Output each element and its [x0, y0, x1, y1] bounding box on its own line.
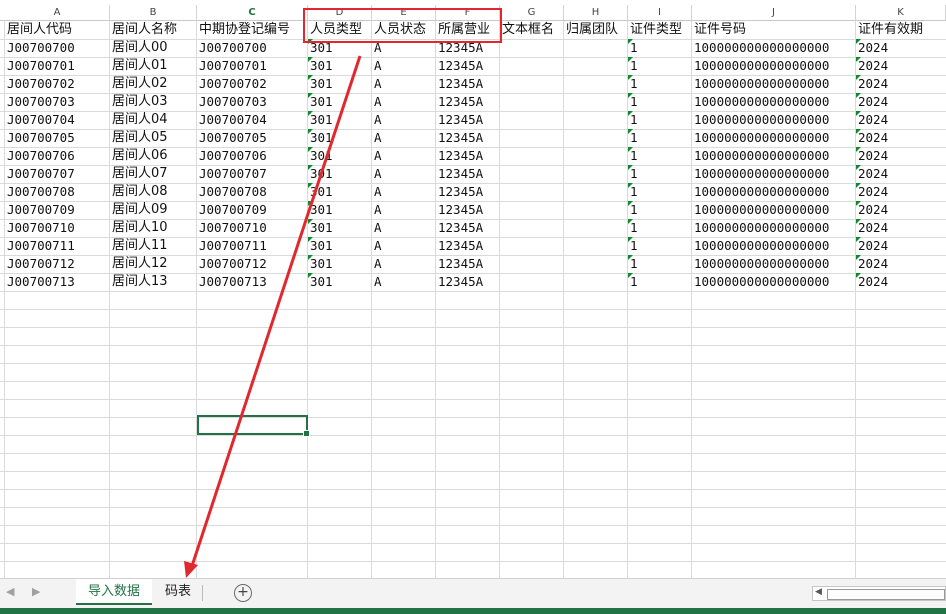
- tab-code-table[interactable]: 码表: [156, 579, 200, 605]
- status-bar: [0, 608, 946, 614]
- scroll-left-icon[interactable]: ◀: [815, 587, 822, 597]
- plus-circle-icon[interactable]: +: [234, 584, 252, 602]
- sheet-tab-bar: ◀ ▶ 导入数据 码表 + ◀: [0, 578, 946, 608]
- annotation-overlay: [184, 55, 362, 578]
- caret-left-icon[interactable]: ◀: [6, 585, 14, 598]
- red-arrow-head: [184, 561, 198, 578]
- tab-divider: [202, 585, 203, 601]
- horizontal-scrollbar[interactable]: ◀: [812, 586, 946, 601]
- caret-right-icon[interactable]: ▶: [32, 585, 40, 598]
- tab-import-data[interactable]: 导入数据: [76, 579, 152, 605]
- scrollbar-thumb[interactable]: [827, 589, 945, 600]
- red-arrow: [190, 55, 362, 567]
